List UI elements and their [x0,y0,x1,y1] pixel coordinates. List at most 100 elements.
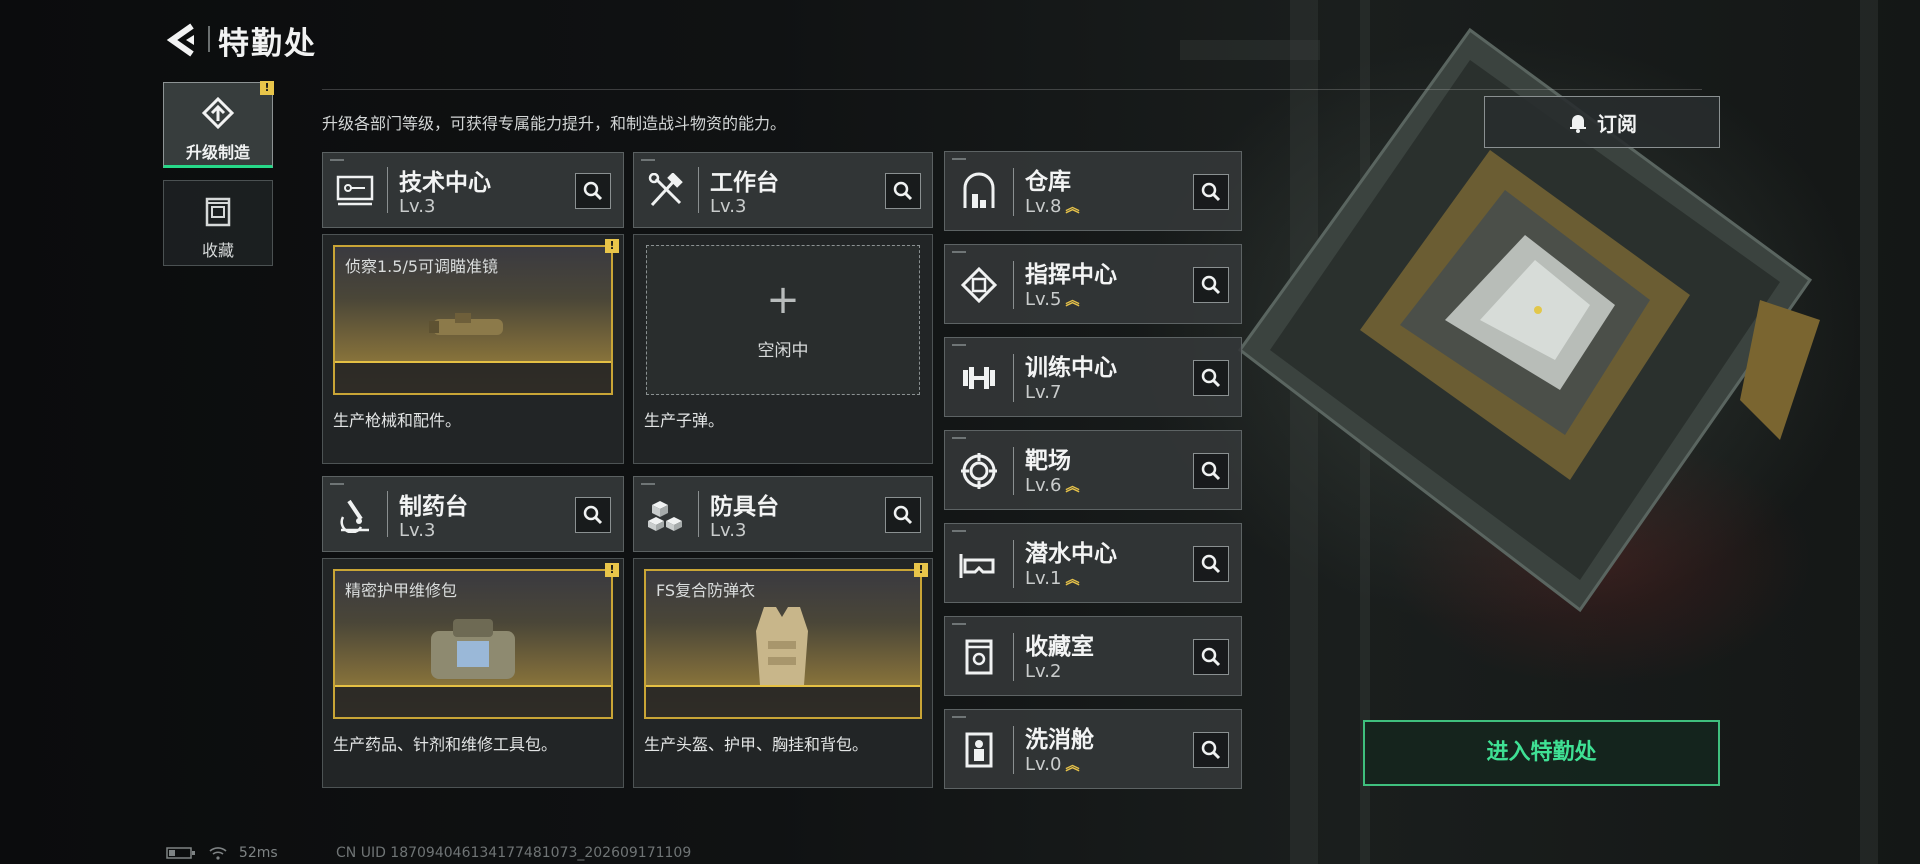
dept-workbench[interactable]: 工作台 Lv.3 [633,152,933,228]
search-button[interactable] [1193,360,1229,396]
search-button[interactable] [1193,546,1229,582]
dept-name: 工作台 [710,170,779,196]
page-title: 特勤处 [218,26,317,62]
collection-icon [205,197,231,227]
production-slot-armor[interactable]: FS复合防弹衣 ! 生产头盔、护甲、胸挂和背包。 [633,558,933,788]
dept-name: 防具台 [710,494,779,520]
product-name: 精密护甲维修包 [345,581,458,600]
facility-name: 训练中心 [1025,355,1117,381]
upgrade-chevron-icon: ︽ [1065,758,1080,774]
facility-level: Lv.7 [1025,382,1062,403]
product-name: 侦察1.5/5可调瞄准镜 [345,257,499,276]
enter-special-ops-button[interactable]: 进入特勤处 [1363,720,1720,786]
upgrade-chevron-icon: ︽ [1065,293,1080,309]
title-divider [208,26,210,52]
cubes-icon [648,501,682,531]
product-tile[interactable]: 精密护甲维修包 [333,569,613,719]
facility-warehouse[interactable]: 仓库 Lv.8 ︽ [944,151,1242,231]
search-icon [1201,647,1221,667]
dept-armor-bench[interactable]: 防具台 Lv.3 [633,476,933,552]
progress-bar [646,685,920,717]
uid-label: CN UID 1870940461341774810​73_2026091711… [336,845,692,861]
alert-badge: ! [260,81,274,95]
command-chip-icon [960,266,998,304]
search-button[interactable] [1193,174,1229,210]
collection-icon [965,639,993,675]
diving-mask-icon [959,554,995,578]
search-button[interactable] [1193,732,1229,768]
facility-collection-room[interactable]: 收藏室 Lv.2 [944,616,1242,696]
ping-label: 52ms [238,845,278,861]
target-icon [961,453,997,489]
search-button[interactable] [1193,267,1229,303]
search-button[interactable] [1193,453,1229,489]
tech-terminal-icon [336,175,374,206]
facility-level: Lv.6 ︽ [1025,475,1080,496]
dept-name: 制药台 [399,494,468,520]
back-arrow-icon[interactable] [166,22,198,58]
product-tile[interactable]: FS复合防弹衣 [644,569,922,719]
search-icon [893,181,913,201]
search-icon [1201,740,1221,760]
upgrade-gear-icon [201,97,235,129]
upgrade-chevron-icon: ︽ [1065,572,1080,588]
subscribe-button[interactable]: 订阅 [1484,96,1720,148]
facility-level: Lv.5 ︽ [1025,289,1080,310]
dept-level: Lv.3 [399,196,436,217]
facility-name: 洗消舱 [1025,727,1094,753]
production-slot-workbench[interactable]: + 空闲中 生产子弹。 [633,234,933,464]
search-button[interactable] [885,497,921,533]
dept-pharmacy[interactable]: 制药台 Lv.3 [322,476,624,552]
search-icon [893,505,913,525]
search-icon [583,181,603,201]
page-description: 升级各部门等级，可获得专属能力提升，和制造战斗物资的能力。 [322,114,787,133]
search-button[interactable] [575,497,611,533]
facility-level: Lv.2 [1025,661,1062,682]
header-divider [322,89,1702,90]
repair-kit-image [431,619,515,679]
facility-shooting-range[interactable]: 靶场 Lv.6 ︽ [944,430,1242,510]
body-armor-image [756,607,808,685]
search-icon [1201,461,1221,481]
facility-training-center[interactable]: 训练中心 Lv.7 [944,337,1242,417]
upgrade-chevron-icon: ︽ [1065,479,1080,495]
tab-collection[interactable]: 收藏 [163,180,273,266]
search-icon [583,505,603,525]
add-icon: + [766,277,800,323]
facility-level: Lv.8 ︽ [1025,196,1080,217]
production-slot-tech[interactable]: 侦察1.5/5可调瞄准镜 ! 生产枪械和配件。 [322,234,624,464]
progress-bar [335,685,611,717]
progress-bar [335,361,611,393]
product-tile[interactable]: 侦察1.5/5可调瞄准镜 [333,245,613,395]
dept-level: Lv.3 [710,520,747,541]
facility-name: 仓库 [1025,169,1071,195]
tab-label: 收藏 [201,241,234,260]
facility-level: Lv.1 ︽ [1025,568,1080,589]
microscope-icon [340,499,369,533]
tab-label: 升级制造 [185,143,250,162]
hammer-wrench-icon [648,173,683,207]
dept-tech-center[interactable]: 技术中心 Lv.3 [322,152,624,228]
warehouse-icon [963,172,995,208]
search-button[interactable] [885,173,921,209]
alert-badge: ! [605,239,619,253]
bell-icon [1570,115,1586,133]
alert-badge: ! [605,563,619,577]
facility-decon-chamber[interactable]: 洗消舱 Lv.0 ︽ [944,709,1242,789]
tab-upgrade-craft[interactable]: 升级制造 ! [163,81,274,168]
facility-name: 指挥中心 [1025,262,1117,288]
search-icon [1201,554,1221,574]
facility-diving-center[interactable]: 潜水中心 Lv.1 ︽ [944,523,1242,603]
product-name: FS复合防弹衣 [656,581,756,600]
dept-description: 生产枪械和配件。 [333,411,462,430]
dept-level: Lv.3 [710,196,747,217]
dept-description: 生产药品、针剂和维修工具包。 [333,735,558,754]
search-button[interactable] [1193,639,1229,675]
production-slot-pharmacy[interactable]: 精密护甲维修包 ! 生产药品、针剂和维修工具包。 [322,558,624,788]
search-icon [1201,368,1221,388]
facility-command-center[interactable]: 指挥中心 Lv.5 ︽ [944,244,1242,324]
idle-label: 空闲中 [757,341,809,361]
upgrade-chevron-icon: ︽ [1065,200,1080,216]
search-button[interactable] [575,173,611,209]
idle-slot[interactable]: + 空闲中 [646,245,920,395]
